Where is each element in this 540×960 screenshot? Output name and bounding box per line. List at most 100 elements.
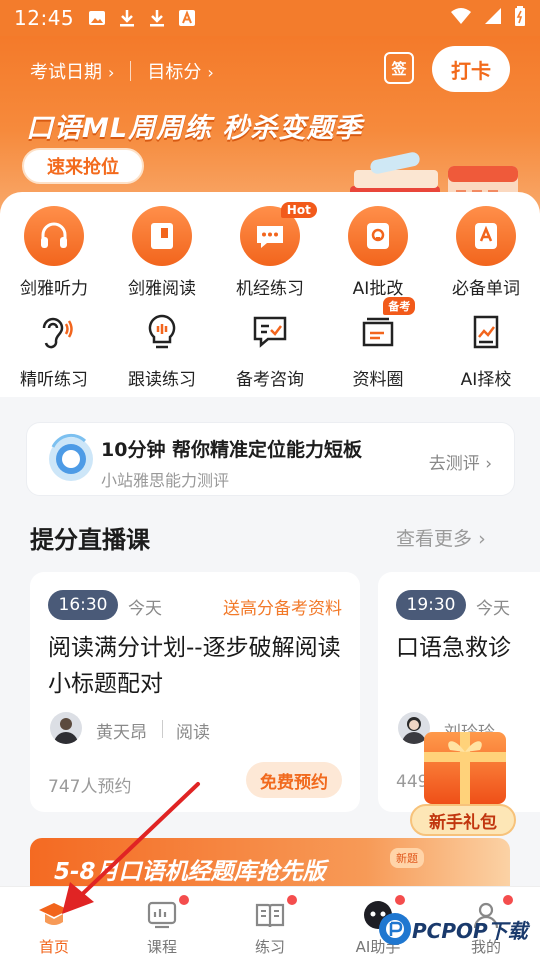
feature-item-cambridge-reading[interactable]: 剑雅阅读 [108, 206, 216, 299]
battery-icon [514, 6, 526, 30]
course-subject: 阅读 [176, 723, 210, 743]
feature-item-cambridge-listening[interactable]: 剑雅听力 [0, 206, 108, 299]
target-test-icon [49, 433, 93, 481]
app-notification-icon [178, 9, 196, 27]
course-title: 口语急救诊 [396, 635, 511, 661]
download-icon [118, 9, 136, 27]
feature-label: AI批改 [352, 279, 404, 299]
gift-box-icon [424, 732, 506, 804]
watermark: PCPOP下载 [378, 912, 528, 946]
tab-home[interactable]: 首页 [0, 887, 108, 960]
lightbulb-icon [132, 307, 192, 357]
feature-card: 剑雅听力 剑雅阅读 Hot 机经练习 AI批改 必备单词 精听练习 跟读练习 备… [0, 192, 540, 397]
watermark-logo-icon [379, 913, 411, 945]
course-time: 19:30 [396, 590, 466, 620]
system-icons [450, 6, 526, 30]
feature-label: AI择校 [460, 370, 512, 390]
sign-button[interactable]: 签 [384, 52, 414, 84]
notification-dot [395, 895, 406, 905]
tab-label: 练习 [254, 938, 285, 956]
book-icon [132, 206, 192, 266]
practice-book-icon [252, 897, 288, 933]
feature-label: 剑雅阅读 [128, 279, 196, 299]
graduation-cap-icon [36, 897, 72, 933]
wifi-icon [450, 7, 472, 29]
feature-grid: 剑雅听力 剑雅阅读 Hot 机经练习 AI批改 必备单词 精听练习 跟读练习 备… [0, 202, 540, 390]
feature-item-machine-practice[interactable]: Hot 机经练习 [216, 202, 324, 299]
divider [162, 720, 163, 738]
new-user-gift-button[interactable]: 新手礼包 [410, 732, 520, 836]
feature-label: 必备单词 [452, 279, 520, 299]
promo-grab-button[interactable]: 速来抢位 [22, 148, 144, 184]
feature-label: 精听练习 [20, 370, 88, 390]
status-bar: 12:45 [0, 0, 540, 36]
tab-label: 首页 [38, 938, 69, 956]
sign-label: 签 [391, 59, 407, 78]
target-score-link[interactable]: 目标分 › [147, 58, 213, 84]
test-card-title: 10分钟 帮你精准定位能力短板 [101, 439, 363, 461]
feature-label: 剑雅听力 [20, 279, 88, 299]
feature-item-consult[interactable]: 备考咨询 [216, 307, 324, 390]
see-more-link[interactable]: 查看更多 › [396, 524, 486, 551]
notification-dot [503, 895, 514, 905]
ability-test-card[interactable]: 10分钟 帮你精准定位能力短板 小站雅思能力测评 去测评 › [26, 422, 515, 496]
watermark-text: PCPOP下载 [412, 918, 528, 943]
exam-date-label: 考试日期 [30, 62, 102, 83]
message-check-icon [240, 307, 300, 357]
school-chart-icon [456, 307, 516, 357]
exam-date-link[interactable]: 考试日期 › [30, 58, 114, 84]
chevron-right-icon: › [207, 63, 214, 82]
course-time: 16:30 [48, 590, 118, 620]
feature-item-intensive-listening[interactable]: 精听练习 [0, 307, 108, 390]
go-test-link[interactable]: 去测评 › [429, 449, 492, 474]
feature-label: 备考咨询 [236, 370, 304, 390]
download-icon [148, 9, 166, 27]
new-tag: 新题 [390, 848, 424, 868]
teacher-avatar [50, 712, 82, 744]
status-time: 12:45 [14, 6, 75, 30]
notification-dot [287, 895, 298, 905]
go-test-label: 去测评 [428, 454, 480, 474]
signal-icon [484, 7, 502, 29]
test-card-subtitle: 小站雅思能力测评 [101, 471, 230, 490]
image-icon [88, 9, 106, 27]
hot-badge: Hot [280, 202, 317, 218]
target-score-label: 目标分 [147, 62, 202, 83]
reservation-count: 747人预约 [48, 777, 132, 797]
feature-label: 机经练习 [236, 279, 304, 299]
banner-text: 5-8月口语机经题库抢先版 [54, 859, 326, 885]
feature-item-vocabulary[interactable]: 必备单词 [432, 206, 540, 299]
course-icon [144, 897, 180, 933]
feature-item-ai-correct[interactable]: AI批改 [324, 206, 432, 299]
chevron-right-icon: › [478, 528, 486, 550]
top-nav: 考试日期 › 目标分 › [30, 58, 214, 84]
see-more-label: 查看更多 [396, 528, 473, 550]
ear-icon [24, 307, 84, 357]
live-course-card[interactable]: 16:30 今天 送高分备考资料 阅读满分计划--逐步破解阅读小标题配对 黄天昂… [30, 572, 360, 812]
notification-icons [88, 9, 196, 27]
teacher-name: 黄天昂 [96, 723, 147, 743]
feature-item-ai-school[interactable]: AI择校 [432, 307, 540, 390]
promo-banner-title[interactable]: 口语ML周周练 秒杀变题季 [26, 106, 362, 145]
chevron-right-icon: › [108, 63, 115, 82]
checkin-button[interactable]: 打卡 [432, 46, 510, 92]
chevron-right-icon: › [485, 454, 492, 474]
section-title: 提分直播课 [30, 526, 150, 554]
prep-badge: 备考 [383, 297, 416, 315]
course-day: 今天 [476, 599, 510, 619]
feature-item-materials[interactable]: 备考 资料圈 [324, 297, 432, 390]
tab-label: 课程 [146, 938, 177, 956]
course-day: 今天 [128, 599, 162, 619]
notification-dot [179, 895, 190, 905]
course-gift: 送高分备考资料 [223, 599, 342, 619]
feature-label: 跟读练习 [128, 370, 196, 390]
new-user-gift-label: 新手礼包 [410, 804, 516, 836]
free-reserve-button[interactable]: 免费预约 [246, 762, 342, 798]
course-title: 阅读满分计划--逐步破解阅读小标题配对 [48, 635, 341, 697]
feature-item-shadow-reading[interactable]: 跟读练习 [108, 307, 216, 390]
feature-label: 资料圈 [352, 370, 404, 390]
tab-practice[interactable]: 练习 [216, 887, 324, 960]
headphones-icon [24, 206, 84, 266]
ai-correct-icon [348, 206, 408, 266]
tab-courses[interactable]: 课程 [108, 887, 216, 960]
